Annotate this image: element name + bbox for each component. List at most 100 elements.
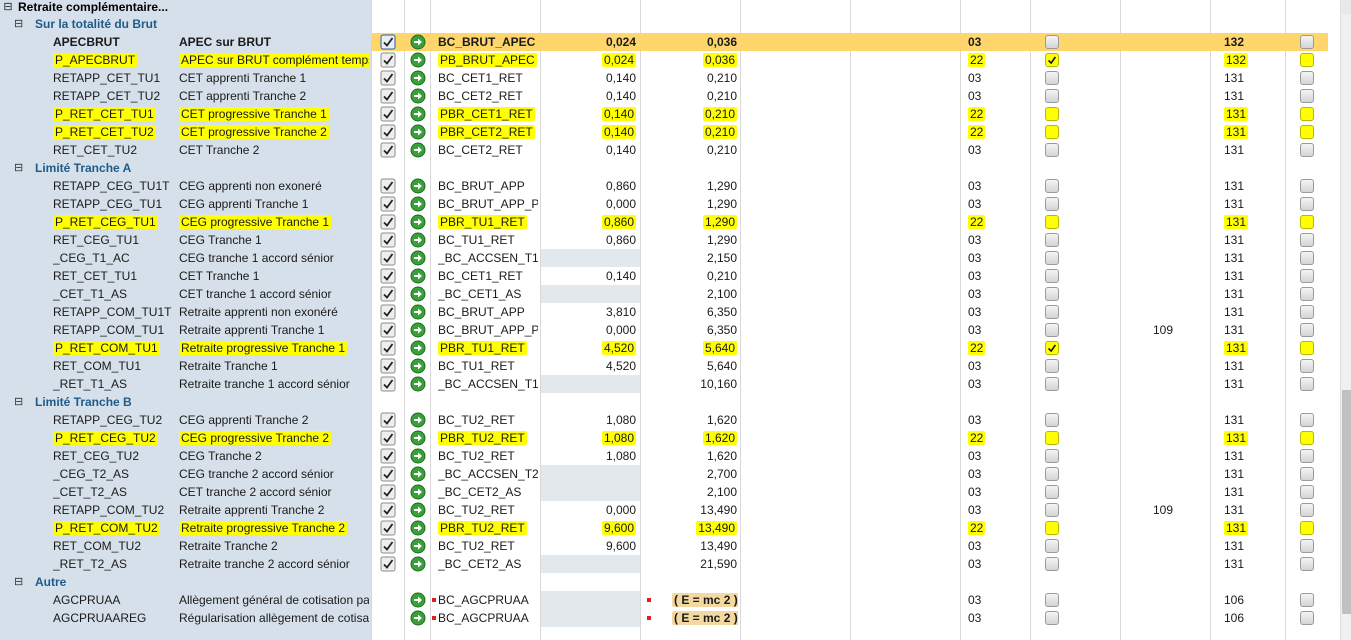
group-collapse-toggle-icon[interactable]: ⊟: [14, 15, 23, 33]
table-row[interactable]: _RET_T1_AS Retraite tranche 1 accord séni…: [0, 375, 1340, 393]
validate-check-icon[interactable]: [380, 88, 396, 104]
flag-checkbox-2[interactable]: [1300, 251, 1314, 265]
go-arrow-icon[interactable]: [410, 286, 426, 302]
validate-check-icon[interactable]: [380, 466, 396, 482]
flag-checkbox-2[interactable]: [1300, 341, 1314, 355]
go-arrow-icon[interactable]: [410, 430, 426, 446]
empty-rate-cell[interactable]: [541, 375, 640, 393]
flag-checkbox[interactable]: [1045, 413, 1059, 427]
table-row[interactable]: RETAPP_COM_TU2 Retraite apprenti Tranche …: [0, 501, 1340, 519]
flag-checkbox[interactable]: [1045, 53, 1059, 67]
validate-check-icon[interactable]: [380, 304, 396, 320]
flag-checkbox[interactable]: [1045, 593, 1059, 607]
go-arrow-icon[interactable]: [410, 340, 426, 356]
scroll-up-arrow-icon[interactable]: [1342, 0, 1351, 14]
go-arrow-icon[interactable]: [410, 232, 426, 248]
flag-checkbox-2[interactable]: [1300, 287, 1314, 301]
flag-checkbox[interactable]: [1045, 377, 1059, 391]
go-arrow-icon[interactable]: [410, 502, 426, 518]
flag-checkbox-2[interactable]: [1300, 323, 1314, 337]
flag-checkbox[interactable]: [1045, 197, 1059, 211]
table-row[interactable]: RET_CET_TU1 CET Tranche 1 BC_CET1_RET 0,140…: [0, 267, 1340, 285]
flag-checkbox[interactable]: [1045, 557, 1059, 571]
validate-check-icon[interactable]: [380, 556, 396, 572]
table-row[interactable]: RETAPP_CET_TU1 CET apprenti Tranche 1 BC_C…: [0, 69, 1340, 87]
flag-checkbox-2[interactable]: [1300, 197, 1314, 211]
validate-check-icon[interactable]: [380, 250, 396, 266]
go-arrow-icon[interactable]: [410, 34, 426, 50]
validate-check-icon[interactable]: [380, 376, 396, 392]
go-arrow-icon[interactable]: [410, 448, 426, 464]
validate-check-icon[interactable]: [380, 538, 396, 554]
empty-rate-cell[interactable]: [541, 483, 640, 501]
flag-checkbox[interactable]: [1045, 431, 1059, 445]
flag-checkbox-2[interactable]: [1300, 449, 1314, 463]
flag-checkbox-2[interactable]: [1300, 611, 1314, 625]
table-row[interactable]: RETAPP_CEG_TU1 CEG apprenti Tranche 1 BC_B…: [0, 195, 1340, 213]
vertical-scrollbar[interactable]: [1340, 0, 1351, 640]
go-arrow-icon[interactable]: [410, 376, 426, 392]
table-row[interactable]: AGCPRUAA Allègement général de cotisation…: [0, 591, 1340, 609]
validate-check-icon[interactable]: [380, 430, 396, 446]
go-arrow-icon[interactable]: [410, 142, 426, 158]
go-arrow-icon[interactable]: [410, 412, 426, 428]
flag-checkbox-2[interactable]: [1300, 215, 1314, 229]
go-arrow-icon[interactable]: [410, 556, 426, 572]
flag-checkbox[interactable]: [1045, 449, 1059, 463]
group-collapse-toggle-icon[interactable]: ⊟: [14, 393, 23, 411]
table-row[interactable]: P_RET_CEG_TU1 CEG progressive Tranche 1 PB…: [0, 213, 1340, 231]
group-collapse-toggle-icon[interactable]: ⊟: [14, 159, 23, 177]
table-row[interactable]: _CET_T2_AS CET tranche 2 accord sénior _BC…: [0, 483, 1340, 501]
flag-checkbox-2[interactable]: [1300, 557, 1314, 571]
validate-check-icon[interactable]: [380, 340, 396, 356]
flag-checkbox[interactable]: [1045, 215, 1059, 229]
flag-checkbox-2[interactable]: [1300, 503, 1314, 517]
flag-checkbox[interactable]: [1045, 71, 1059, 85]
flag-checkbox-2[interactable]: [1300, 71, 1314, 85]
empty-rate-cell[interactable]: [541, 465, 640, 483]
table-row[interactable]: P_RET_CET_TU1 CET progressive Tranche 1 PB…: [0, 105, 1340, 123]
flag-checkbox-2[interactable]: [1300, 269, 1314, 283]
validate-check-icon[interactable]: [380, 196, 396, 212]
validate-check-icon[interactable]: [380, 214, 396, 230]
table-row[interactable]: RETAPP_CEG_TU2 CEG apprenti Tranche 2 BC_T…: [0, 411, 1340, 429]
flag-checkbox-2[interactable]: [1300, 35, 1314, 49]
table-row[interactable]: RET_CEG_TU1 CEG Tranche 1 BC_TU1_RET 0,860 1…: [0, 231, 1340, 249]
table-row[interactable]: RETAPP_COM_TU1T Retraite apprenti non exo…: [0, 303, 1340, 321]
table-row[interactable]: RETAPP_CEG_TU1T CEG apprenti non exoneré B…: [0, 177, 1340, 195]
empty-rate-cell[interactable]: [541, 555, 640, 573]
flag-checkbox[interactable]: [1045, 611, 1059, 625]
flag-checkbox-2[interactable]: [1300, 593, 1314, 607]
go-arrow-icon[interactable]: [410, 466, 426, 482]
flag-checkbox-2[interactable]: [1300, 125, 1314, 139]
validate-check-icon[interactable]: [380, 322, 396, 338]
empty-rate-cell[interactable]: [541, 591, 640, 609]
go-arrow-icon[interactable]: [410, 88, 426, 104]
flag-checkbox[interactable]: [1045, 485, 1059, 499]
flag-checkbox-2[interactable]: [1300, 431, 1314, 445]
flag-checkbox[interactable]: [1045, 305, 1059, 319]
table-row[interactable]: RETAPP_CET_TU2 CET apprenti Tranche 2 BC_C…: [0, 87, 1340, 105]
go-arrow-icon[interactable]: [410, 610, 426, 626]
table-row[interactable]: P_APECBRUT APEC sur BRUT complément temps…: [0, 51, 1340, 69]
group-row[interactable]: ⊟ Autre: [0, 573, 1340, 591]
flag-checkbox[interactable]: [1045, 251, 1059, 265]
table-row[interactable]: RETAPP_COM_TU1 Retraite apprenti Tranche …: [0, 321, 1340, 339]
formula-cell[interactable]: ( E = mc 2 ): [672, 591, 738, 609]
flag-checkbox[interactable]: [1045, 35, 1059, 49]
validate-check-icon[interactable]: [380, 358, 396, 374]
flag-checkbox-2[interactable]: [1300, 467, 1314, 481]
empty-rate-cell[interactable]: [541, 609, 640, 627]
flag-checkbox[interactable]: [1045, 107, 1059, 121]
scroll-thumb[interactable]: [1342, 390, 1351, 614]
table-row[interactable]: RET_COM_TU2 Retraite Tranche 2 BC_TU2_RET 9…: [0, 537, 1340, 555]
table-row[interactable]: _CEG_T1_AC CEG tranche 1 accord sénior _BC…: [0, 249, 1340, 267]
flag-checkbox-2[interactable]: [1300, 233, 1314, 247]
validate-check-icon[interactable]: [380, 142, 396, 158]
flag-checkbox-2[interactable]: [1300, 107, 1314, 121]
validate-check-icon[interactable]: [380, 70, 396, 86]
validate-check-icon[interactable]: [380, 484, 396, 500]
validate-check-icon[interactable]: [380, 106, 396, 122]
flag-checkbox[interactable]: [1045, 287, 1059, 301]
flag-checkbox[interactable]: [1045, 179, 1059, 193]
